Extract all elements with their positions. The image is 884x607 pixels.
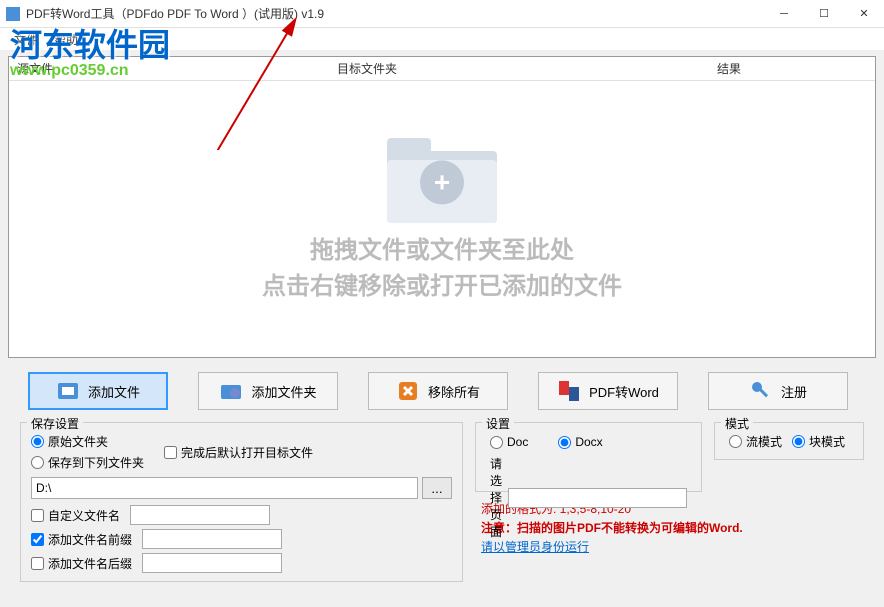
page-range-input[interactable] bbox=[508, 488, 687, 508]
mode-title: 模式 bbox=[721, 415, 753, 432]
col-result: 结果 bbox=[709, 60, 875, 77]
minimize-button[interactable]: ─ bbox=[764, 0, 804, 28]
radio-custom-folder[interactable]: 保存到下列文件夹 bbox=[31, 454, 144, 471]
close-button[interactable]: ✕ bbox=[844, 0, 884, 28]
remove-all-button[interactable]: 移除所有 bbox=[368, 372, 508, 410]
table-header: 源文件 目标文件夹 结果 bbox=[9, 57, 875, 81]
menu-file[interactable]: 文件 bbox=[6, 29, 46, 50]
radio-stream-mode[interactable]: 流模式 bbox=[729, 433, 782, 450]
radio-block-mode[interactable]: 块模式 bbox=[792, 433, 845, 450]
custom-name-input[interactable] bbox=[130, 505, 270, 525]
col-target: 目标文件夹 bbox=[329, 60, 709, 77]
menubar: 文件 帮助 bbox=[0, 28, 884, 50]
suffix-input[interactable] bbox=[142, 553, 282, 573]
app-icon bbox=[6, 7, 20, 21]
remove-icon bbox=[396, 379, 420, 403]
format-settings-group: 设置 Doc Docx 请选择页面 bbox=[475, 422, 702, 492]
file-list-area[interactable]: 源文件 目标文件夹 结果 + 拖拽文件或文件夹至此处 点击右键移除或打开已添加的… bbox=[8, 56, 876, 358]
menu-help[interactable]: 帮助 bbox=[46, 29, 86, 50]
settings-title: 设置 bbox=[482, 415, 514, 432]
check-prefix[interactable]: 添加文件名前缀 bbox=[31, 531, 132, 548]
check-suffix[interactable]: 添加文件名后缀 bbox=[31, 555, 132, 572]
add-folder-button[interactable]: 添加文件夹 bbox=[198, 372, 338, 410]
page-select-label: 请选择页面 bbox=[490, 455, 502, 540]
mode-settings-group: 模式 流模式 块模式 bbox=[714, 422, 864, 460]
radio-docx[interactable]: Docx bbox=[558, 435, 602, 449]
add-file-button[interactable]: 添加文件 bbox=[28, 372, 168, 410]
folder-plus-icon: + bbox=[387, 133, 497, 223]
save-settings-group: 保存设置 原始文件夹 保存到下列文件夹 完成后默认打开目标文件 ... bbox=[20, 422, 463, 582]
add-folder-icon bbox=[219, 379, 243, 403]
drop-zone[interactable]: + 拖拽文件或文件夹至此处 点击右键移除或打开已添加的文件 bbox=[9, 81, 875, 357]
browse-button[interactable]: ... bbox=[422, 477, 452, 499]
check-custom-name[interactable]: 自定义文件名 bbox=[31, 507, 120, 524]
radio-doc[interactable]: Doc bbox=[490, 435, 528, 449]
titlebar: PDF转Word工具（PDFdo PDF To Word ）(试用版) v1.9… bbox=[0, 0, 884, 28]
radio-original-folder[interactable]: 原始文件夹 bbox=[31, 433, 144, 450]
convert-button[interactable]: PDF转Word bbox=[538, 372, 678, 410]
prefix-input[interactable] bbox=[142, 529, 282, 549]
add-file-icon bbox=[56, 379, 80, 403]
save-settings-title: 保存设置 bbox=[27, 415, 83, 432]
drop-hint: 拖拽文件或文件夹至此处 点击右键移除或打开已添加的文件 bbox=[262, 233, 622, 305]
admin-link[interactable]: 请以管理员身份运行 bbox=[481, 538, 858, 557]
window-title: PDF转Word工具（PDFdo PDF To Word ）(试用版) v1.9 bbox=[26, 5, 764, 22]
key-icon bbox=[749, 379, 773, 403]
convert-icon bbox=[557, 379, 581, 403]
maximize-button[interactable]: ☐ bbox=[804, 0, 844, 28]
toolbar: 添加文件 添加文件夹 移除所有 PDF转Word 注册 bbox=[0, 364, 884, 418]
register-button[interactable]: 注册 bbox=[708, 372, 848, 410]
path-input[interactable] bbox=[31, 477, 418, 499]
col-source: 源文件 bbox=[9, 60, 329, 77]
check-autoopen[interactable]: 完成后默认打开目标文件 bbox=[164, 444, 313, 461]
